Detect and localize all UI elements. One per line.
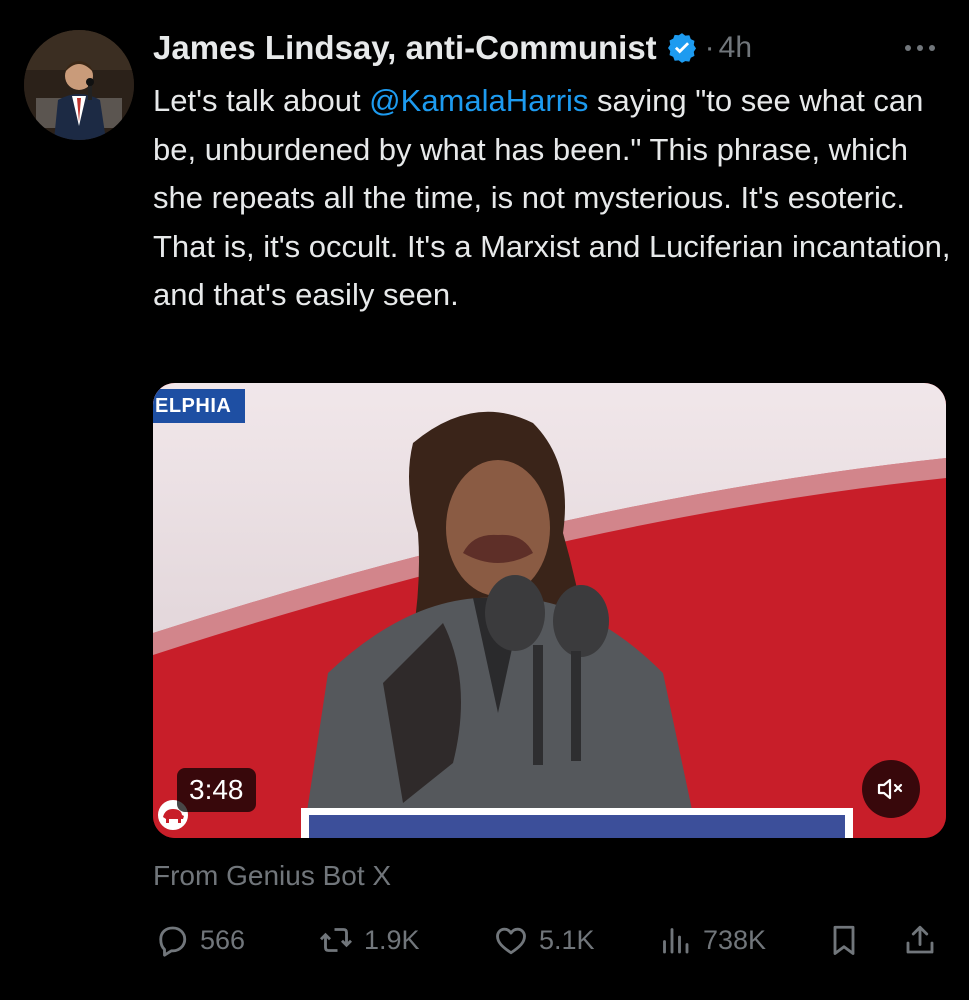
like-button[interactable]: 5.1K xyxy=(493,918,595,962)
views-count: 738K xyxy=(703,924,767,955)
tweet-text: Let's talk about @KamalaHarris saying "t… xyxy=(153,77,953,320)
tweet-text-intro: Let's talk about xyxy=(153,83,370,118)
display-name[interactable]: James Lindsay, anti-Communist xyxy=(153,29,657,67)
tweet-header: James Lindsay, anti-Communist · 4h xyxy=(153,26,752,70)
location-tag: ELPHIA xyxy=(153,389,246,423)
share-icon xyxy=(902,922,938,958)
separator-dot: · xyxy=(704,31,715,64)
heart-icon xyxy=(493,922,529,958)
reply-button[interactable]: 566 xyxy=(154,918,245,962)
tweet[interactable]: James Lindsay, anti-Communist · 4h Let's… xyxy=(0,0,969,1000)
repost-icon xyxy=(318,922,354,958)
video-duration: 3:48 xyxy=(177,768,256,812)
reply-count: 566 xyxy=(200,924,246,955)
video-player[interactable]: ELPHIA 3:48 xyxy=(153,383,946,838)
source-label[interactable]: From Genius Bot X xyxy=(153,860,391,892)
verified-badge-icon[interactable] xyxy=(665,31,699,65)
more-options-icon[interactable] xyxy=(898,34,942,62)
share-button[interactable] xyxy=(902,918,938,962)
like-count: 5.1K xyxy=(539,924,595,955)
views-button[interactable]: 738K xyxy=(657,918,766,962)
mention-link[interactable]: @KamalaHarris xyxy=(369,83,588,118)
avatar[interactable] xyxy=(24,30,134,140)
bookmark-button[interactable] xyxy=(826,918,862,962)
speaker-muted-icon[interactable] xyxy=(862,760,920,818)
timestamp[interactable]: 4h xyxy=(719,31,752,65)
views-icon xyxy=(657,922,693,958)
video-frame xyxy=(153,383,946,838)
bookmark-icon xyxy=(826,922,862,958)
repost-count: 1.9K xyxy=(364,924,420,955)
reply-icon xyxy=(154,922,190,958)
repost-button[interactable]: 1.9K xyxy=(318,918,420,962)
